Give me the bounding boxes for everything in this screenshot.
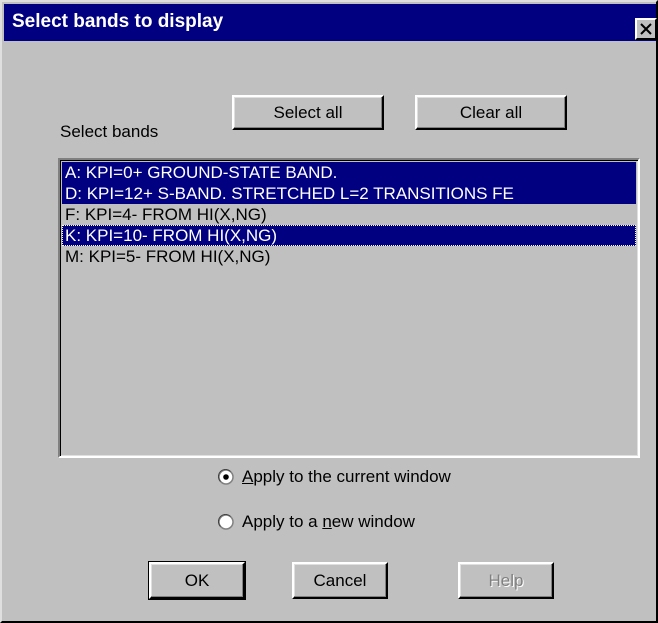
clear-all-button[interactable]: Clear all xyxy=(415,95,567,130)
apply-new-window-radio[interactable]: Apply to a new window xyxy=(218,512,415,532)
close-icon xyxy=(640,23,652,35)
radio-checked-icon xyxy=(218,469,234,485)
help-label: Help xyxy=(488,570,524,590)
apply-current-window-radio[interactable]: Apply to the current window xyxy=(218,467,451,487)
list-item-band-m[interactable]: M: KPI=5- FROM HI(X,NG) xyxy=(62,246,636,267)
list-item-band-a[interactable]: A: KPI=0+ GROUND-STATE BAND. xyxy=(62,162,636,183)
dialog-title: Select bands to display xyxy=(12,11,224,32)
help-button[interactable]: Help xyxy=(458,562,554,599)
band-label: K: KPI=10- FROM HI(X,NG) xyxy=(65,226,278,245)
list-item-band-k[interactable]: K: KPI=10- FROM HI(X,NG) xyxy=(62,225,636,246)
ok-label: OK xyxy=(184,570,210,590)
cancel-label: Cancel xyxy=(313,570,367,590)
title-bar[interactable]: Select bands to display xyxy=(4,4,657,41)
band-label: M: KPI=5- FROM HI(X,NG) xyxy=(65,247,271,266)
select-bands-label: Select bands xyxy=(60,122,159,141)
radio-unchecked-icon xyxy=(218,514,234,530)
apply-new-window-label: Apply to a new window xyxy=(242,512,415,531)
clear-all-label: Clear all xyxy=(459,102,523,122)
list-item-band-d[interactable]: D: KPI=12+ S-BAND. STRETCHED L=2 TRANSIT… xyxy=(62,183,636,204)
close-button[interactable] xyxy=(635,18,657,40)
cancel-button[interactable]: Cancel xyxy=(292,562,388,599)
band-label: D: KPI=12+ S-BAND. STRETCHED L=2 TRANSIT… xyxy=(65,184,514,203)
list-item-band-f[interactable]: F: KPI=4- FROM HI(X,NG) xyxy=(62,204,636,225)
dialog-window: Select bands to display Select all Clear… xyxy=(0,0,658,623)
band-label: F: KPI=4- FROM HI(X,NG) xyxy=(65,205,267,224)
select-all-label: Select all xyxy=(273,102,343,122)
select-all-button[interactable]: Select all xyxy=(232,95,384,130)
apply-current-window-label: Apply to the current window xyxy=(242,467,451,486)
ok-button[interactable]: OK xyxy=(148,561,246,600)
bands-listbox[interactable]: A: KPI=0+ GROUND-STATE BAND. D: KPI=12+ … xyxy=(58,158,640,458)
band-label: A: KPI=0+ GROUND-STATE BAND. xyxy=(65,163,338,182)
